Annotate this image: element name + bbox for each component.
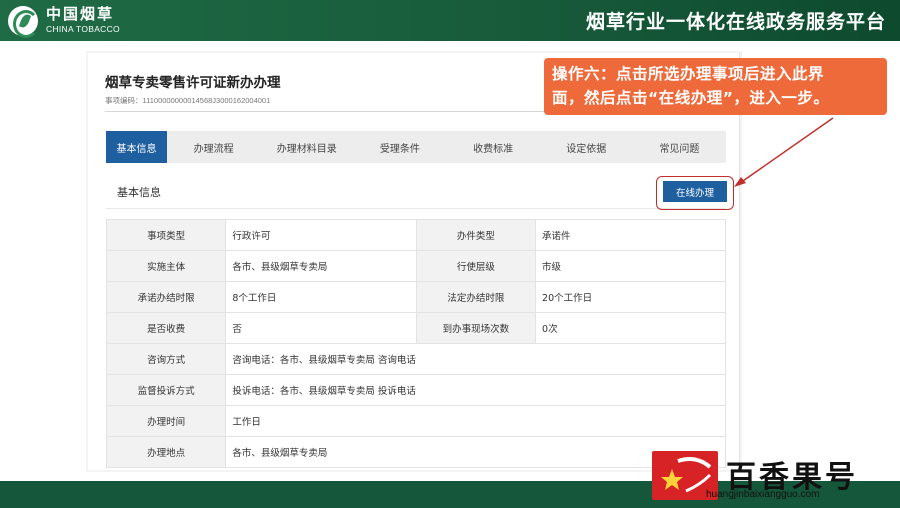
top-banner: 中国烟草 CHINA TOBACCO 烟草行业一体化在线政务服务平台 [0,0,900,41]
online-apply-button[interactable]: 在线办理 [663,181,727,202]
logo-en-text: CHINA TOBACCO [46,24,120,35]
row-value: 8个工作日 [225,281,417,313]
tab-basic-info[interactable]: 基本信息 [106,131,167,163]
row-key: 事项类型 [105,219,227,251]
row-value: 0次 [535,312,726,344]
tab-faq[interactable]: 常见问题 [633,131,726,163]
callout-line-1: 操作六：点击所选办理事项后进入此界 [552,65,825,83]
china-tobacco-logo: 中国烟草 CHINA TOBACCO [8,3,120,38]
logo-cn-text: 中国烟草 [46,5,115,24]
row-key: 办件类型 [415,219,537,251]
tab-fees[interactable]: 收费标准 [447,131,540,163]
instruction-callout: 操作六：点击所选办理事项后进入此界 面，然后点击“在线办理”，进入一步。 [544,58,887,115]
row-key: 到办事现场次数 [415,312,537,344]
tab-process[interactable]: 办理流程 [167,131,260,163]
table-row: 办理时间 工作日 [105,405,726,437]
row-value: 各市、县级烟草专卖局 [225,436,726,468]
tab-conditions[interactable]: 受理条件 [353,131,446,163]
row-key: 行使层级 [415,250,537,282]
table-row: 是否收费 否 到办事现场次数 0次 [105,312,726,344]
item-title: 烟草专卖零售许可证新办办理 [105,75,281,91]
table-row: 监督投诉方式 投诉电话：各市、县级烟草专卖局 投诉电话 [105,374,726,406]
basic-info-table: 事项类型 行政许可 办件类型 承诺件 实施主体 各市、县级烟草专卖局 行使层级 … [105,219,726,468]
row-value: 否 [225,312,417,344]
row-value: 咨询电话：各市、县级烟草专卖局 咨询电话 [225,343,726,375]
row-key: 办理地点 [105,436,227,468]
platform-title: 烟草行业一体化在线政务服务平台 [585,11,886,33]
row-value: 市级 [535,250,726,282]
tab-materials[interactable]: 办理材料目录 [260,131,353,163]
row-value: 各市、县级烟草专卖局 [225,250,417,282]
row-key: 承诺办结时限 [105,281,227,313]
watermark-url: huangjinbaixiangguo.com [706,489,820,500]
row-key: 法定办结时限 [415,281,537,313]
row-key: 监督投诉方式 [105,374,227,406]
row-key: 实施主体 [105,250,227,282]
tab-bar: 基本信息 办理流程 办理材料目录 受理条件 收费标准 设定依据 常见问题 [106,131,726,163]
row-value: 投诉电话：各市、县级烟草专卖局 投诉电话 [225,374,726,406]
table-row: 事项类型 行政许可 办件类型 承诺件 [105,219,726,251]
row-key: 办理时间 [105,405,227,437]
section-heading: 基本信息 [117,186,161,199]
row-value: 工作日 [225,405,726,437]
item-code: 事项编码：11100000000014568J3000162004001 [105,96,271,105]
table-row: 咨询方式 咨询电话：各市、县级烟草专卖局 咨询电话 [105,343,726,375]
section-divider [106,208,726,209]
row-value: 承诺件 [535,219,726,251]
row-key: 咨询方式 [105,343,227,375]
tobacco-leaf-icon [8,5,39,38]
row-value: 20个工作日 [535,281,726,313]
table-row: 实施主体 各市、县级烟草专卖局 行使层级 市级 [105,250,726,282]
table-row: 承诺办结时限 8个工作日 法定办结时限 20个工作日 [105,281,726,313]
row-value: 行政许可 [225,219,417,251]
callout-line-2: 面，然后点击“在线办理”，进入一步。 [552,89,830,107]
row-key: 是否收费 [105,312,227,344]
tab-basis[interactable]: 设定依据 [540,131,633,163]
table-row: 办理地点 各市、县级烟草专卖局 [105,436,726,468]
